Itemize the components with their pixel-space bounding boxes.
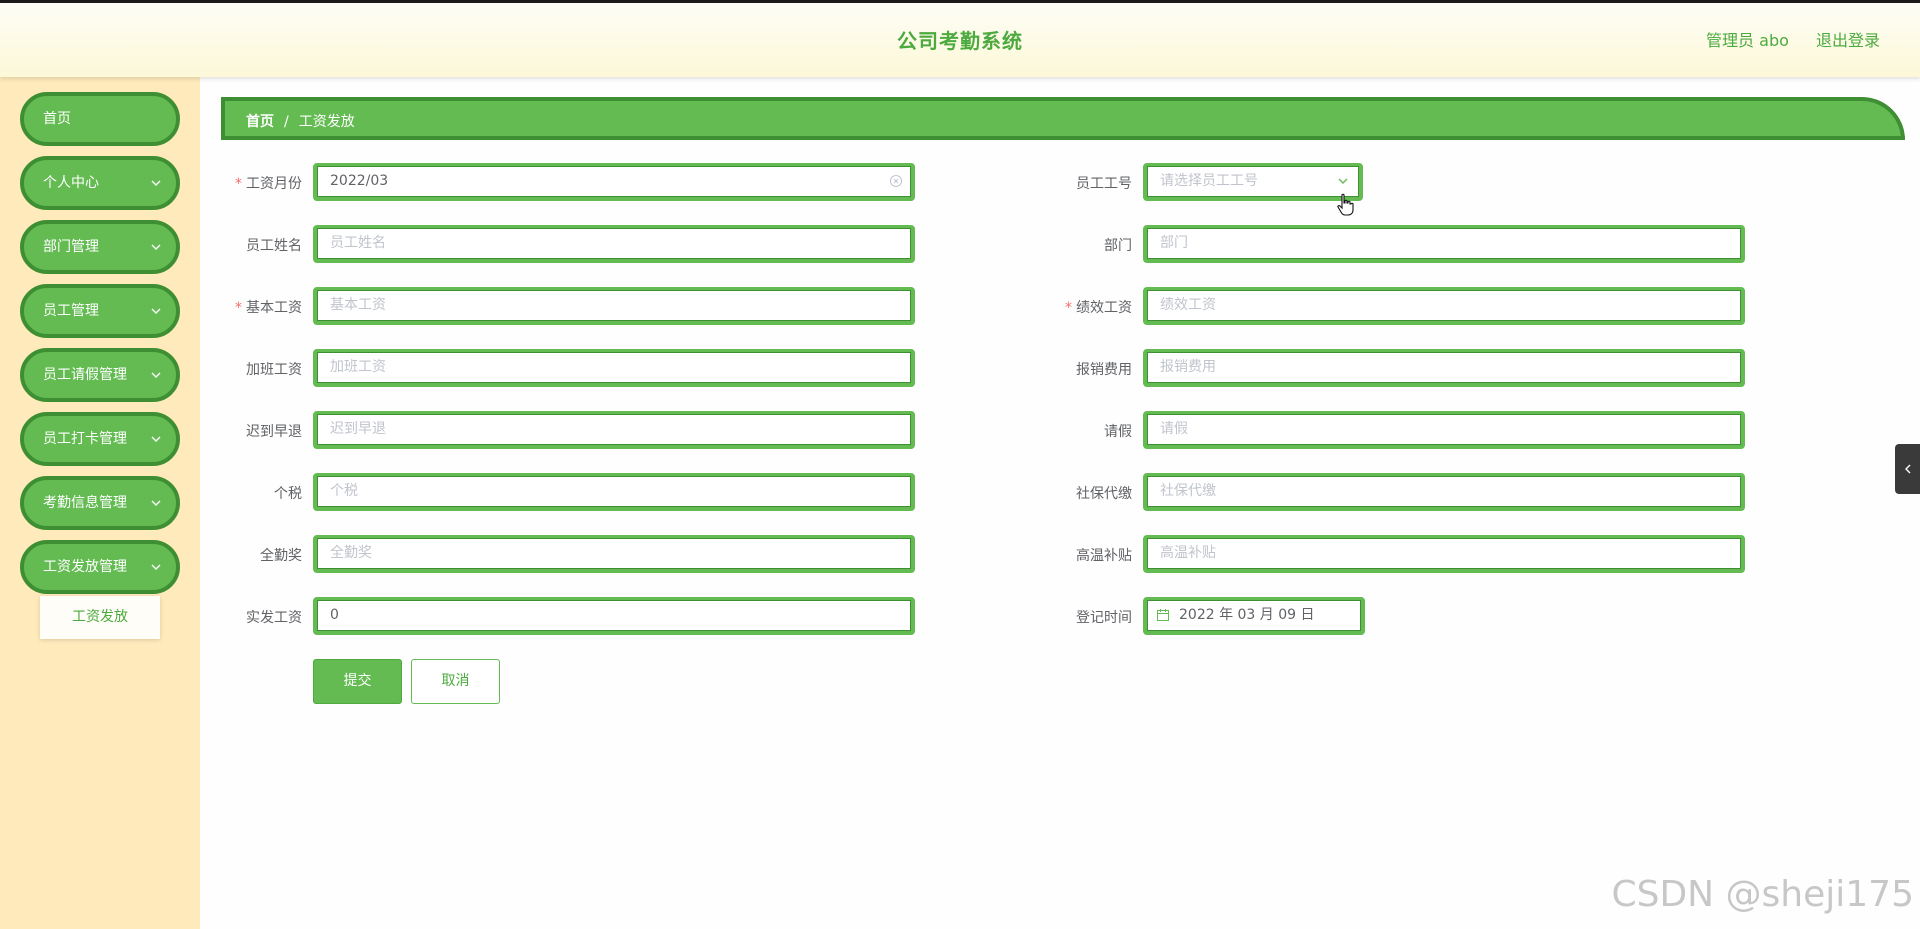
chevron-down-icon (151, 308, 161, 314)
department-placeholder: 部门 (1160, 235, 1188, 251)
register-time-label: 登记时间 (1076, 610, 1132, 626)
logout-link[interactable]: 退出登录 (1816, 31, 1880, 50)
breadcrumb: 首页 / 工资发放 (221, 97, 1905, 140)
department-input[interactable]: 部门 (1143, 225, 1745, 263)
late-early-placeholder: 迟到早退 (330, 421, 386, 437)
breadcrumb-current: 工资发放 (298, 114, 355, 130)
header-user-area: 管理员 abo 退出登录 (1684, 27, 1880, 51)
reimbursement-label: 报销费用 (1076, 362, 1132, 378)
submit-button[interactable]: 提交 (313, 659, 402, 704)
calendar-icon (1157, 609, 1169, 621)
actual-salary-label: 实发工资 (246, 610, 302, 626)
submenu-item-salary-payment[interactable]: 工资发放 (40, 596, 160, 639)
sidebar-item-label: 个人中心 (43, 175, 99, 191)
chevron-down-icon (151, 500, 161, 506)
actual-salary-input[interactable]: 0 (313, 597, 915, 635)
sidebar-item-label: 员工打卡管理 (43, 431, 127, 447)
label-text: 工资月份 (246, 176, 302, 192)
top-header: 公司考勤系统 管理员 abo 退出登录 (0, 0, 1920, 77)
label-text: 绩效工资 (1076, 300, 1132, 316)
chevron-down-icon (151, 372, 161, 378)
performance-salary-placeholder: 绩效工资 (1160, 297, 1216, 313)
department-label: 部门 (1104, 238, 1132, 254)
register-time-value: 2022 年 03 月 09 日 (1179, 607, 1315, 623)
watermark: CSDN @sheji175 (1611, 874, 1914, 915)
late-early-input[interactable]: 迟到早退 (313, 411, 915, 449)
heat-subsidy-input[interactable]: 高温补贴 (1143, 535, 1745, 573)
sidebar-item-personal-center[interactable]: 个人中心 (20, 156, 180, 210)
social-insurance-placeholder: 社保代缴 (1160, 483, 1216, 499)
chevron-left-icon (1905, 464, 1911, 474)
sidebar-item-leave[interactable]: 员工请假管理 (20, 348, 180, 402)
sidebar-item-salary[interactable]: 工资发放管理 (20, 540, 180, 594)
sidebar-item-label: 首页 (43, 111, 71, 127)
clear-icon[interactable] (889, 174, 903, 188)
sidebar-item-label: 部门管理 (43, 239, 99, 255)
heat-subsidy-label: 高温补贴 (1076, 548, 1132, 564)
overtime-pay-placeholder: 加班工资 (330, 359, 386, 375)
required-mark: * (1065, 300, 1072, 316)
sidebar-item-label: 考勤信息管理 (43, 495, 127, 511)
required-mark: * (235, 176, 242, 192)
social-insurance-label: 社保代缴 (1076, 486, 1132, 502)
attendance-bonus-placeholder: 全勤奖 (330, 545, 372, 561)
sidebar-item-label: 员工请假管理 (43, 367, 127, 383)
income-tax-placeholder: 个税 (330, 483, 358, 499)
chevron-up-icon (151, 564, 161, 570)
income-tax-label: 个税 (274, 486, 302, 502)
late-early-label: 迟到早退 (246, 424, 302, 440)
sidebar: 首页 个人中心 部门管理 员工管理 员工请假管理 员工打卡管理 考勤信息管理 工… (0, 77, 200, 929)
salary-month-label: * 工资月份 (212, 173, 302, 193)
employee-name-input[interactable]: 员工姓名 (313, 225, 915, 263)
actual-salary-value: 0 (330, 607, 339, 623)
sidebar-item-clock-in[interactable]: 员工打卡管理 (20, 412, 180, 466)
base-salary-label: * 基本工资 (212, 297, 302, 317)
leave-placeholder: 请假 (1160, 421, 1188, 437)
performance-salary-label: * 绩效工资 (1042, 297, 1132, 317)
sidebar-item-attendance[interactable]: 考勤信息管理 (20, 476, 180, 530)
admin-name: 管理员 abo (1706, 31, 1789, 50)
employee-name-placeholder: 员工姓名 (330, 235, 386, 251)
attendance-bonus-label: 全勤奖 (260, 548, 302, 564)
reimbursement-input[interactable]: 报销费用 (1143, 349, 1745, 387)
required-mark: * (235, 300, 242, 316)
social-insurance-input[interactable]: 社保代缴 (1143, 473, 1745, 511)
salary-month-value: 2022/03 (330, 173, 389, 189)
chevron-down-icon (151, 244, 161, 250)
sidebar-item-label: 员工管理 (43, 303, 99, 319)
overtime-pay-input[interactable]: 加班工资 (313, 349, 915, 387)
heat-subsidy-placeholder: 高温补贴 (1160, 545, 1216, 561)
performance-salary-input[interactable]: 绩效工资 (1143, 287, 1745, 325)
side-panel-toggle[interactable] (1895, 444, 1920, 494)
sidebar-item-department[interactable]: 部门管理 (20, 220, 180, 274)
hand-cursor-icon (1337, 193, 1354, 216)
sidebar-item-employee[interactable]: 员工管理 (20, 284, 180, 338)
base-salary-input[interactable]: 基本工资 (313, 287, 915, 325)
register-time-picker[interactable]: 2022 年 03 月 09 日 (1143, 597, 1365, 635)
breadcrumb-trail: 首页 / 工资发放 (246, 111, 355, 131)
employee-id-placeholder: 请选择员工工号 (1160, 173, 1258, 189)
leave-input[interactable]: 请假 (1143, 411, 1745, 449)
sidebar-item-home[interactable]: 首页 (20, 92, 180, 146)
base-salary-placeholder: 基本工资 (330, 297, 386, 313)
chevron-down-icon (151, 180, 161, 186)
overtime-pay-label: 加班工资 (246, 362, 302, 378)
salary-month-picker[interactable]: 2022/03 (313, 163, 915, 201)
breadcrumb-home[interactable]: 首页 (246, 114, 274, 130)
leave-label: 请假 (1104, 424, 1132, 440)
chevron-down-icon (1338, 178, 1348, 184)
cancel-button[interactable]: 取消 (411, 659, 500, 704)
app-title: 公司考勤系统 (897, 29, 1023, 53)
income-tax-input[interactable]: 个税 (313, 473, 915, 511)
employee-id-label: 员工工号 (1076, 176, 1132, 192)
employee-name-label: 员工姓名 (246, 238, 302, 254)
breadcrumb-separator: / (284, 114, 289, 130)
employee-id-select[interactable]: 请选择员工工号 (1143, 163, 1363, 201)
chevron-down-icon (151, 436, 161, 442)
attendance-bonus-input[interactable]: 全勤奖 (313, 535, 915, 573)
label-text: 基本工资 (246, 300, 302, 316)
sidebar-item-label: 工资发放管理 (43, 559, 127, 575)
reimbursement-placeholder: 报销费用 (1160, 359, 1216, 375)
